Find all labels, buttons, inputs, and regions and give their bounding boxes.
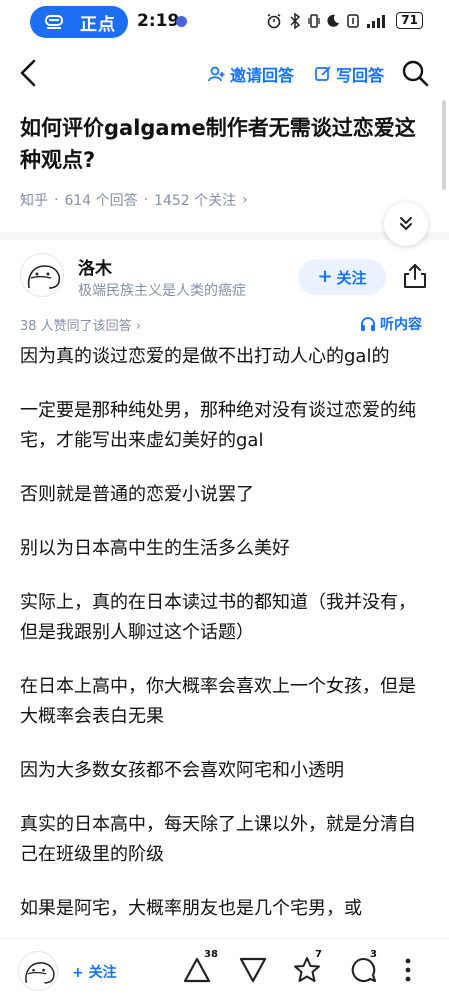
bottom-author-avatar[interactable] xyxy=(18,951,58,991)
clock: 2:19 xyxy=(137,11,180,31)
double-chevron-down-icon xyxy=(400,217,412,230)
follower-count: 1452 个关注 xyxy=(154,193,237,209)
expand-button[interactable] xyxy=(384,202,428,246)
question-title[interactable]: 如何评价galgame制作者无需谈过恋爱这种观点? xyxy=(20,112,430,176)
author-avatar[interactable] xyxy=(20,253,64,297)
notification-dot-icon xyxy=(176,16,187,27)
chevron-right-icon: › xyxy=(242,192,248,208)
question-source: 知乎 xyxy=(20,193,48,209)
bottom-action-bar: + 关注 38 7 3 xyxy=(0,938,449,1000)
headphones-icon xyxy=(361,317,375,331)
author-bio: 极端民族主义是人类的癌症 xyxy=(78,283,246,299)
invite-answer-label: 邀请回答 xyxy=(230,66,295,85)
meta-separator: · xyxy=(143,192,149,208)
battery-indicator: 71 xyxy=(396,12,423,29)
follow-button[interactable]: + 关注 xyxy=(298,259,386,295)
answer-paragraph: 如果是阿宅，大概率朋友也是几个宅男，或 xyxy=(20,898,362,919)
more-options-icon[interactable] xyxy=(396,955,420,985)
author-name[interactable]: 洛木 xyxy=(78,254,112,279)
listen-label: 听内容 xyxy=(380,317,422,333)
vibrate-icon xyxy=(308,13,320,28)
follow-label: 关注 xyxy=(336,268,367,287)
nfc-icon xyxy=(347,13,360,28)
favorite-count: 7 xyxy=(315,949,322,960)
invite-user-icon xyxy=(208,66,225,82)
plus-icon: + xyxy=(317,266,333,287)
status-bar: 正点 2:19 71 xyxy=(0,0,449,44)
answer-paragraph: 在日本上高中，你大概率会喜欢上一个女孩，但是大概率会表白无果 xyxy=(20,676,416,727)
downvote-icon[interactable] xyxy=(238,955,268,985)
answer-content: 因为真的谈过恋爱的是做不出打动人心的gal的 一定要是那种纯处男，那种绝对没有谈… xyxy=(20,342,430,948)
answer-paragraph: 因为大多数女孩都不会喜欢阿宅和小透明 xyxy=(20,760,344,781)
avatar-doodle-icon xyxy=(25,962,55,984)
answer-paragraph: 否则就是普通的恋爱小说罢了 xyxy=(20,484,254,505)
question-meta[interactable]: 知乎 · 614 个回答 · 1452 个关注 › xyxy=(20,190,248,210)
section-divider xyxy=(0,232,449,240)
write-answer-label: 写回答 xyxy=(336,66,385,85)
avatar-doodle-icon xyxy=(27,265,61,289)
answer-paragraph: 一定要是那种纯处男，那种绝对没有谈过恋爱的纯宅，才能写出来虚幻美好的gal xyxy=(20,400,416,451)
comment-count: 3 xyxy=(370,949,377,960)
answer-paragraph: 别以为日本高中生的生活多么美好 xyxy=(20,538,290,559)
alarm-icon xyxy=(267,13,281,28)
ontime-pill[interactable]: 正点 xyxy=(30,6,128,38)
upvote-count: 38 xyxy=(204,949,218,960)
bottom-follow-button[interactable]: + 关注 xyxy=(72,962,117,982)
ontime-label: 正点 xyxy=(80,14,116,35)
moon-icon xyxy=(327,14,340,27)
answer-count: 614 个回答 xyxy=(64,193,138,209)
answer-paragraph: 实际上，真的在日本读过书的都知道（我并没有，但是我跟别人聊过这个话题） xyxy=(20,592,416,643)
train-icon xyxy=(45,15,63,29)
bluetooth-icon xyxy=(290,12,301,29)
signal-icon xyxy=(367,14,386,28)
top-nav: 邀请回答 写回答 xyxy=(0,48,449,98)
share-icon[interactable] xyxy=(402,262,428,290)
back-arrow-icon[interactable] xyxy=(14,56,44,90)
upvote-summary[interactable]: 38 人赞同了该回答 › xyxy=(20,315,141,334)
search-icon[interactable] xyxy=(400,58,430,88)
scrollbar[interactable] xyxy=(442,100,446,190)
answer-paragraph: 因为真的谈过恋爱的是做不出打动人心的gal的 xyxy=(20,346,390,367)
listen-button[interactable]: 听内容 xyxy=(360,314,422,334)
write-answer-button[interactable]: 写回答 xyxy=(314,62,384,86)
system-icons: 71 xyxy=(266,12,423,29)
meta-separator: · xyxy=(54,192,59,208)
edit-icon xyxy=(315,66,331,81)
invite-answer-button[interactable]: 邀请回答 xyxy=(208,62,294,86)
answer-paragraph: 真实的日本高中，每天除了上课以外，就是分清自己在班级里的阶级 xyxy=(20,814,416,865)
